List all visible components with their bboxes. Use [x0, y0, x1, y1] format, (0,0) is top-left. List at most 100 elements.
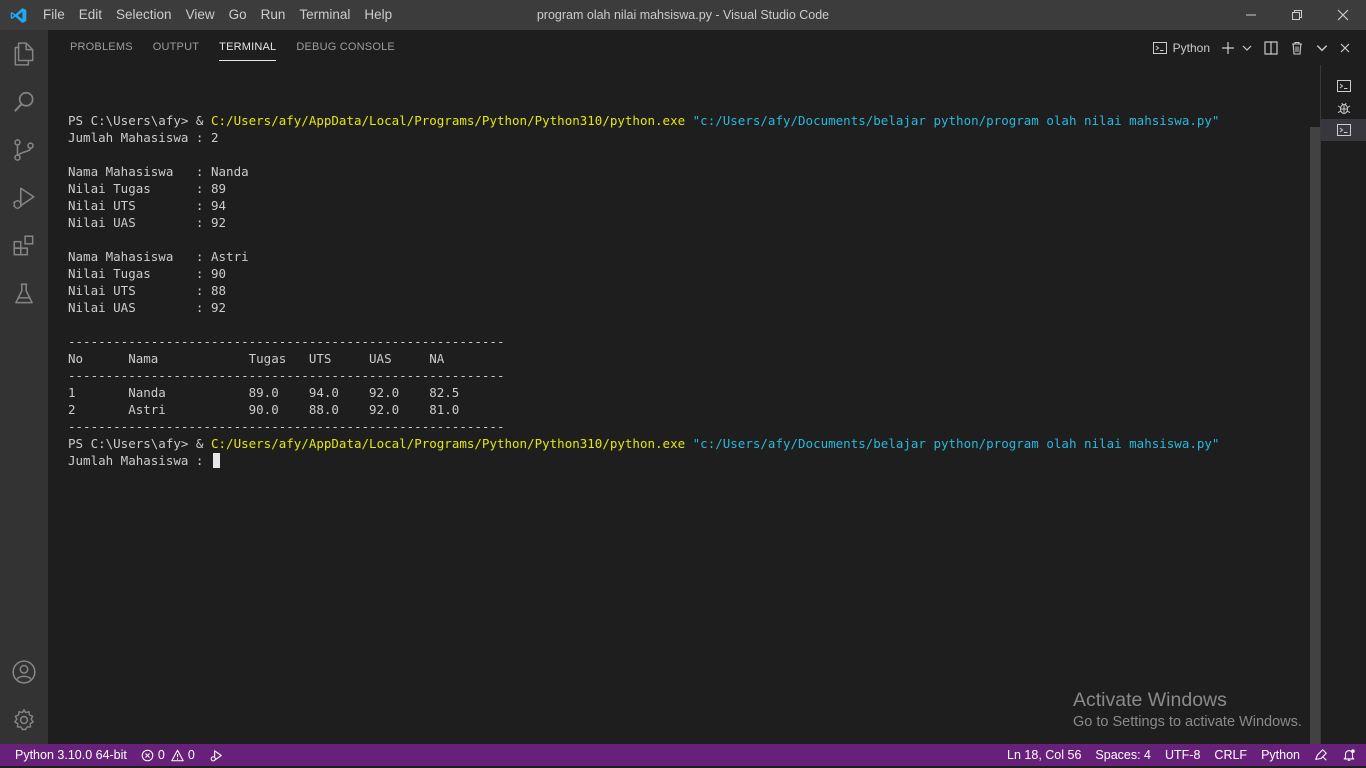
source-control-button[interactable] [0, 126, 48, 174]
eol-status[interactable]: CRLF [1207, 744, 1254, 766]
cursor-position-status[interactable]: Ln 18, Col 56 [1000, 744, 1088, 766]
terminal-tabs-list [1320, 65, 1366, 744]
terminal-line: Jumlah Mahasiswa : 2 [68, 129, 1308, 146]
terminal-scrollbar[interactable] [1310, 127, 1320, 744]
menu-terminal[interactable]: Terminal [292, 0, 357, 30]
terminal-line: Nama Mahasiswa : Nanda [68, 163, 1308, 180]
tab-problems[interactable]: PROBLEMS [60, 30, 143, 65]
settings-gear-icon [14, 709, 34, 731]
terminal-line: No Nama Tugas UTS UAS NA [68, 350, 1308, 367]
feedback-button[interactable] [1307, 744, 1335, 766]
run-debug-button[interactable] [0, 174, 48, 222]
terminal-line: Nilai UTS : 94 [68, 197, 1308, 214]
minimize-icon [1246, 14, 1256, 16]
live-share-status[interactable] [202, 744, 231, 766]
terminal-line: 2 Astri 90.0 88.0 92.0 81.0 [68, 401, 1308, 418]
terminal-text: 2 Astri 90.0 88.0 92.0 81.0 [68, 402, 460, 417]
chevron-down-icon [1316, 44, 1328, 51]
plus-icon [1222, 41, 1234, 54]
split-terminal-button[interactable] [1258, 36, 1284, 60]
encoding-status[interactable]: UTF-8 [1158, 744, 1207, 766]
activity-bar-bottom [0, 648, 48, 744]
terminal-icon [1152, 41, 1167, 54]
menu-file[interactable]: File [36, 0, 72, 30]
terminal-text: Nilai UAS : 92 [68, 300, 227, 315]
menu-edit[interactable]: Edit [72, 0, 109, 30]
terminal-text: Nilai Tugas : 89 [68, 181, 227, 196]
bell-icon [1343, 749, 1355, 761]
notifications-button[interactable] [1335, 744, 1366, 766]
account-button[interactable] [0, 648, 48, 696]
menu-go[interactable]: Go [222, 0, 254, 30]
python-interpreter-status[interactable]: Python 3.10.0 64-bit [0, 744, 134, 766]
tab-terminal[interactable]: TERMINAL [209, 30, 286, 65]
terminal-line: Nilai UTS : 88 [68, 282, 1308, 299]
search-icon [14, 91, 34, 112]
terminal-profile-selector[interactable]: Python [1147, 36, 1215, 60]
maximize-panel-button[interactable] [1310, 36, 1334, 60]
terminal-icon [1337, 80, 1351, 92]
restore-icon [1292, 10, 1302, 20]
terminal-line: Nilai Tugas : 90 [68, 265, 1308, 282]
terminal-instance-1[interactable] [1321, 75, 1366, 97]
run-debug-icon [13, 187, 35, 209]
language-mode-status[interactable]: Python [1254, 744, 1307, 766]
problems-status[interactable]: 0 0 [134, 744, 202, 766]
terminal-text: Jumlah Mahasiswa : 2 [68, 130, 219, 145]
panel-tabs: PROBLEMS OUTPUT TERMINAL DEBUG CONSOLE [60, 30, 405, 65]
warning-icon [171, 749, 184, 761]
manage-button[interactable] [0, 696, 48, 744]
debug-icon [1337, 102, 1351, 114]
terminal-instance-2[interactable] [1321, 119, 1366, 141]
terminal-instance-debug[interactable] [1321, 97, 1366, 119]
close-window-button[interactable] [1320, 0, 1366, 30]
terminal-text: Jumlah Mahasiswa : [68, 453, 211, 468]
launch-profile-dropdown[interactable] [1236, 36, 1258, 60]
terminal-text: ----------------------------------------… [68, 419, 505, 434]
minimize-button[interactable] [1228, 0, 1274, 30]
testing-icon [15, 283, 33, 304]
indentation-status[interactable]: Spaces: 4 [1088, 744, 1158, 766]
account-icon [12, 660, 36, 684]
feedback-icon [1315, 749, 1327, 761]
terminal-line: Nilai UAS : 92 [68, 214, 1308, 231]
restore-button[interactable] [1274, 0, 1320, 30]
terminal-line: PS C:\Users\afy> & C:/Users/afy/AppData/… [68, 112, 1308, 129]
close-icon [1340, 43, 1350, 52]
run-debug-status-icon [210, 749, 222, 761]
extensions-button[interactable] [0, 222, 48, 270]
menu-selection[interactable]: Selection [109, 0, 179, 30]
terminal-text: 1 Nanda 89.0 94.0 92.0 82.5 [68, 385, 460, 400]
status-bar: Python 3.10.0 64-bit 0 0 Ln 18, Col 56 S… [0, 744, 1366, 766]
explorer-button[interactable] [0, 30, 48, 78]
menu-view[interactable]: View [179, 0, 222, 30]
terminal-text: "c:/Users/afy/Documents/belajar python/p… [692, 436, 1220, 451]
menu-run[interactable]: Run [254, 0, 293, 30]
watermark-subtitle: Go to Settings to activate Windows. [1073, 714, 1302, 730]
terminal-text: Nilai UTS : 94 [68, 198, 227, 213]
terminal-output[interactable]: PS C:\Users\afy> & C:/Users/afy/AppData/… [68, 95, 1308, 695]
kill-terminal-button[interactable] [1284, 36, 1310, 60]
watermark-title: Activate Windows [1073, 689, 1227, 711]
terminal-line: ----------------------------------------… [68, 333, 1308, 350]
testing-button[interactable] [0, 270, 48, 318]
terminal-line: Nilai Tugas : 89 [68, 180, 1308, 197]
close-panel-button[interactable] [1334, 36, 1356, 60]
source-control-icon [14, 139, 34, 161]
terminal-text: ----------------------------------------… [68, 368, 505, 383]
panel-actions: Python [1147, 30, 1356, 65]
search-button[interactable] [0, 78, 48, 126]
split-icon [1264, 40, 1278, 55]
menu-bar: File Edit Selection View Go Run Terminal… [36, 0, 399, 30]
menu-help[interactable]: Help [357, 0, 399, 30]
vscode-logo-icon [0, 0, 36, 30]
terminal-text: PS C:\Users\afy> & [68, 436, 211, 451]
activity-bar [0, 30, 48, 744]
tab-debug-console[interactable]: DEBUG CONSOLE [286, 30, 405, 65]
panel-header: PROBLEMS OUTPUT TERMINAL DEBUG CONSOLE P… [48, 30, 1366, 65]
new-terminal-button[interactable] [1215, 36, 1236, 60]
tab-output[interactable]: OUTPUT [143, 30, 209, 65]
